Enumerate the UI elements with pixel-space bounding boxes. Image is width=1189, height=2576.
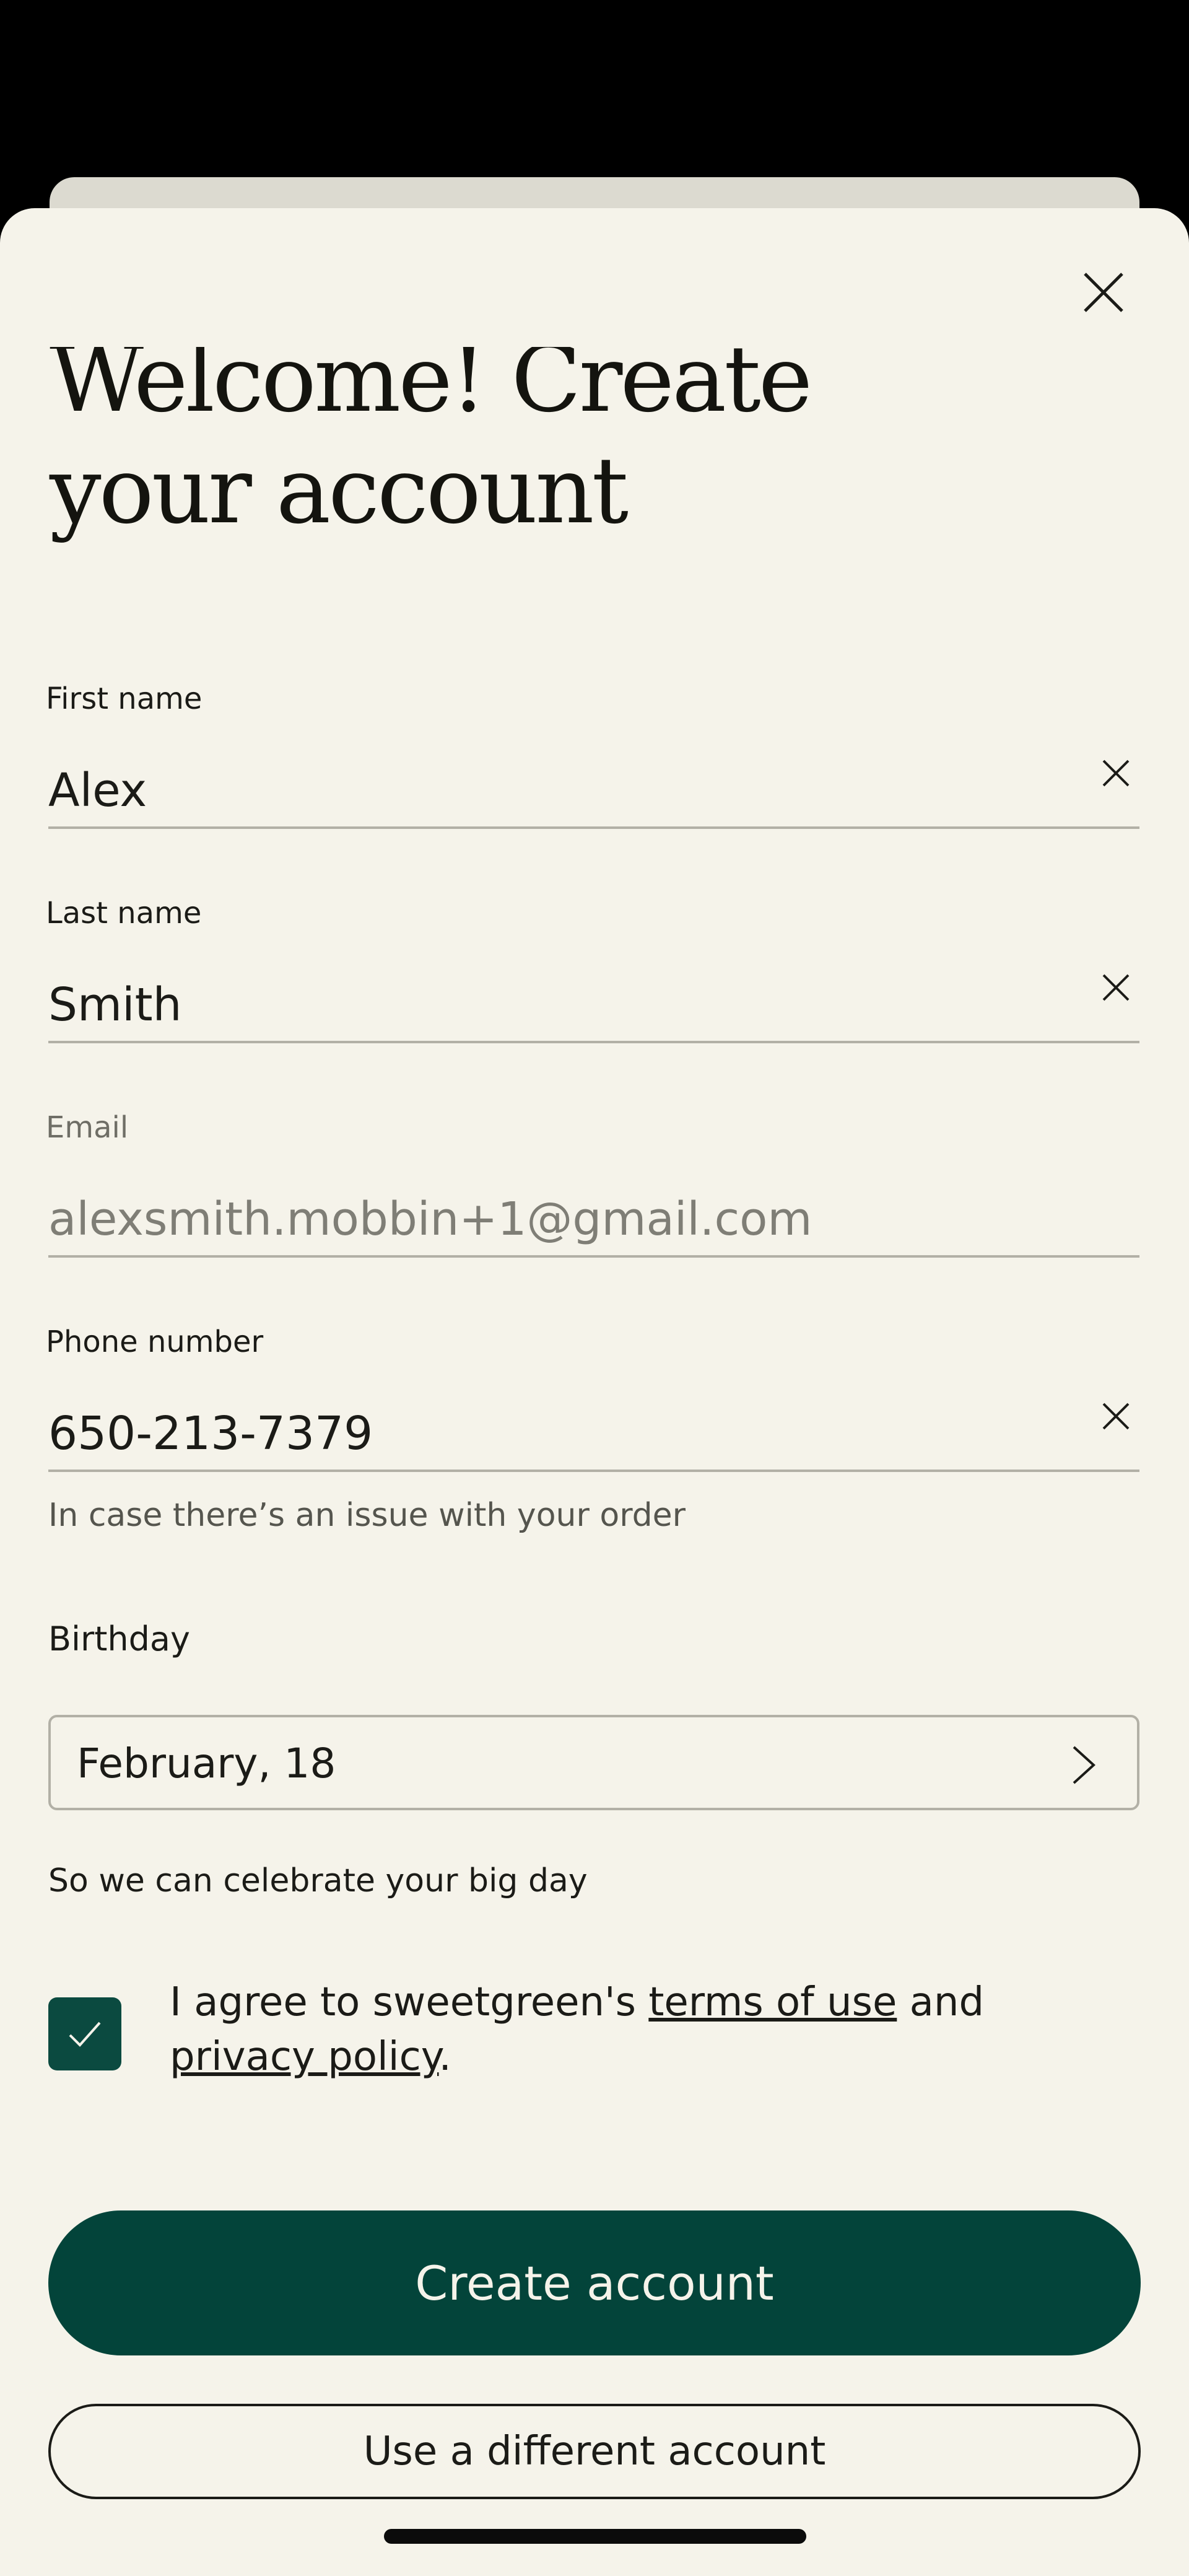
birthday-label: Birthday — [48, 1619, 190, 1658]
birthday-helper-text: So we can celebrate your big day — [48, 1862, 588, 1899]
create-account-button[interactable]: Create account — [48, 2210, 1141, 2355]
first-name-input[interactable] — [48, 755, 1139, 829]
last-name-label: Last name — [46, 896, 202, 931]
email-label: Email — [46, 1110, 129, 1145]
terms-of-use-link[interactable]: terms of use — [648, 1979, 897, 2025]
birthday-picker[interactable]: February, 18 — [48, 1715, 1139, 1810]
phone-helper-text: In case there’s an issue with your order — [48, 1497, 686, 1534]
last-name-input[interactable] — [48, 969, 1139, 1043]
last-name-clear-button[interactable] — [1090, 962, 1142, 1014]
close-button[interactable] — [1071, 260, 1136, 325]
phone-label: Phone number — [46, 1325, 264, 1359]
chevron-right-icon — [1073, 1746, 1095, 1784]
privacy-policy-link[interactable]: privacy policy — [170, 2034, 439, 2080]
agreement-text: I agree to sweetgreen's terms of use and… — [170, 1975, 1136, 2084]
first-name-clear-button[interactable] — [1090, 747, 1142, 799]
phone-clear-button[interactable] — [1090, 1390, 1142, 1442]
clear-icon — [1102, 1403, 1130, 1430]
agree-checkbox[interactable] — [48, 1997, 121, 2070]
checkmark-icon — [69, 2022, 101, 2047]
page-title: Welcome! Create your account — [50, 347, 812, 544]
home-indicator — [384, 2529, 806, 2544]
agreement-prefix: I agree to sweetgreen's — [170, 1979, 649, 2025]
close-icon — [1084, 273, 1123, 312]
first-name-label: First name — [46, 681, 203, 716]
agreement-middle: and — [897, 1979, 985, 2025]
clear-icon — [1102, 974, 1130, 1001]
phone-input[interactable] — [48, 1398, 1139, 1472]
clear-icon — [1102, 760, 1130, 787]
use-different-account-button[interactable]: Use a different account — [48, 2404, 1141, 2499]
status-bar-area — [0, 0, 1189, 180]
title-clip: Welcome! Create your account — [0, 347, 1189, 558]
agreement-suffix: . — [438, 2034, 451, 2080]
birthday-value: February, 18 — [77, 1740, 336, 1787]
email-field — [48, 1183, 1139, 1258]
